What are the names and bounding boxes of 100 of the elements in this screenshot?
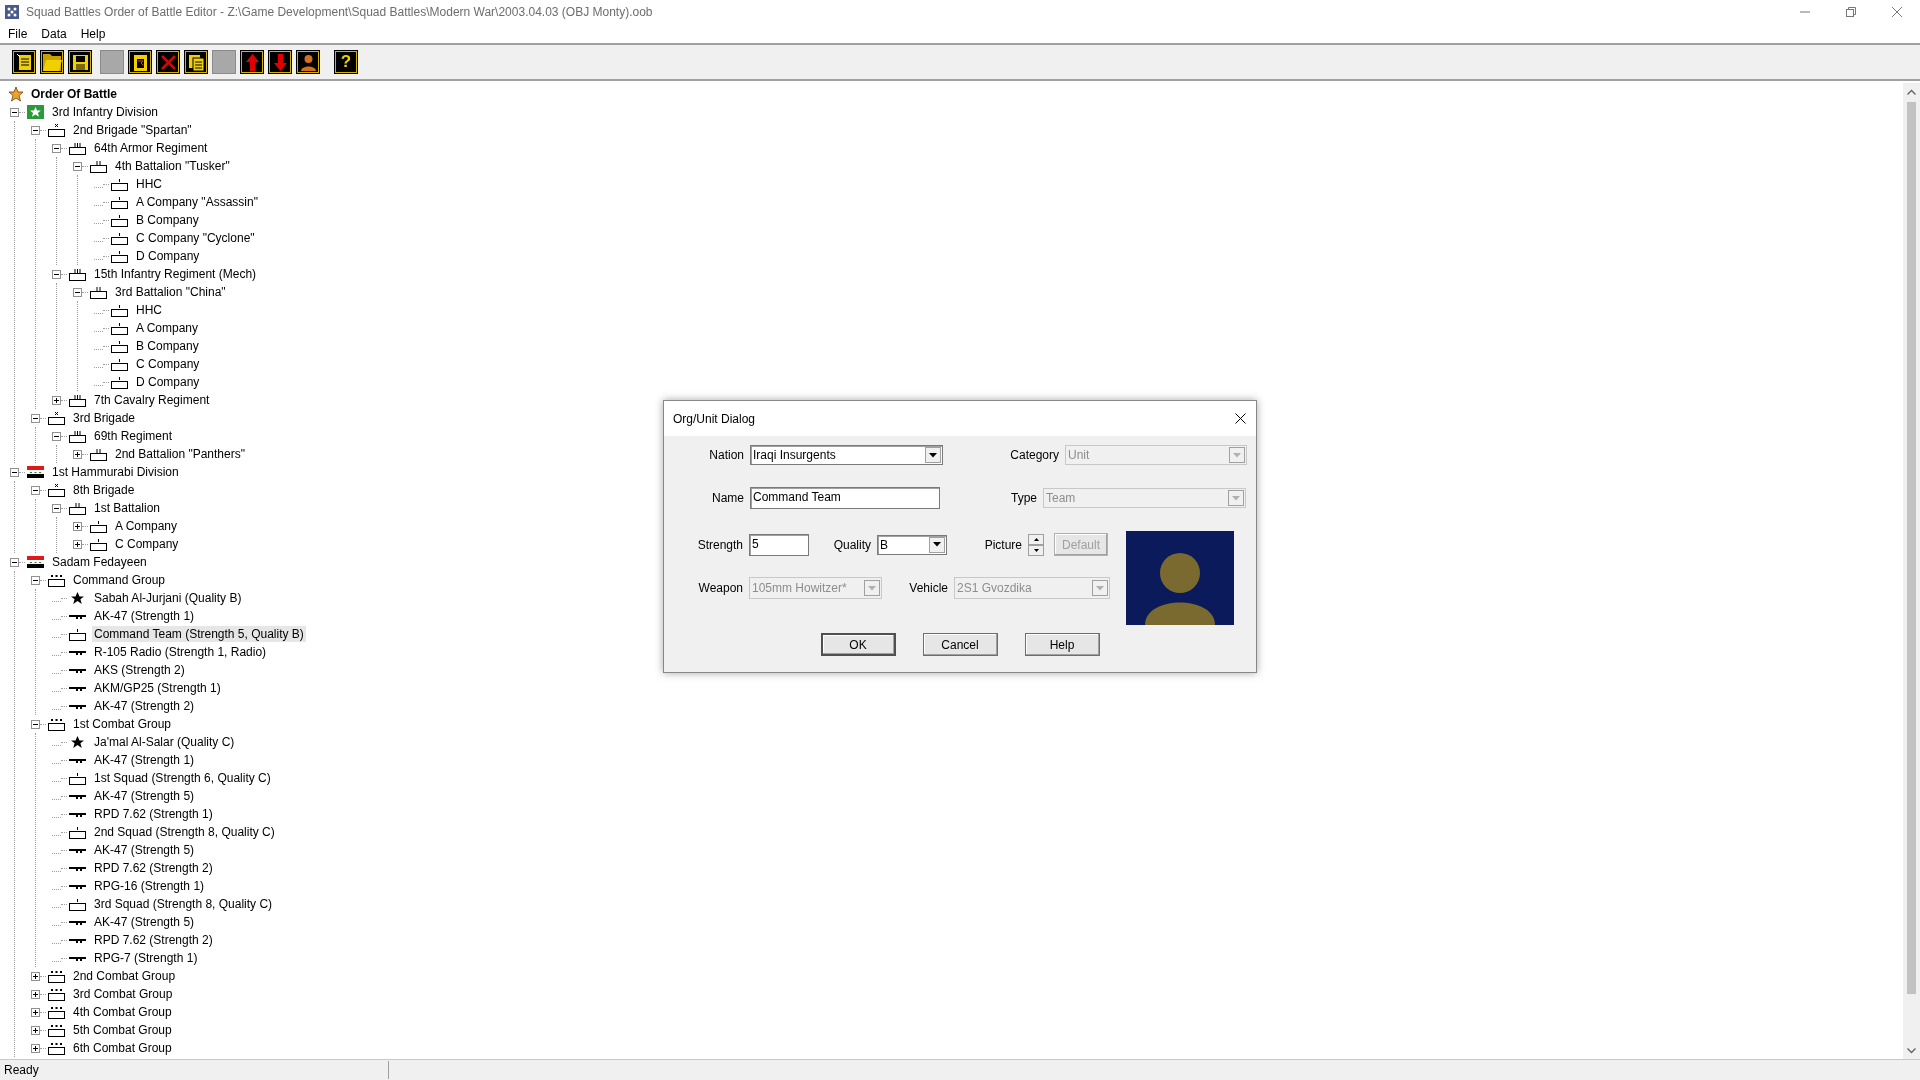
menu-item[interactable]: Help <box>73 26 113 41</box>
tree-item[interactable]: A Company "Assassin" <box>134 194 260 210</box>
new-file-button[interactable] <box>12 50 36 74</box>
close-icon[interactable] <box>1235 413 1246 424</box>
tree-item[interactable]: HHC <box>134 302 164 318</box>
expand-toggle[interactable] <box>31 971 40 981</box>
tree-item[interactable]: 2nd Combat Group <box>71 968 178 984</box>
collapse-toggle[interactable] <box>52 269 61 279</box>
tree-item[interactable]: D Company <box>134 374 202 390</box>
tree-item[interactable]: 69th Regiment <box>92 428 175 444</box>
tree-item[interactable]: AKS (Strength 2) <box>92 662 187 678</box>
tree-item[interactable]: RPD 7.62 (Strength 2) <box>92 932 215 948</box>
tree-item[interactable]: A Company <box>134 320 201 336</box>
menu-item[interactable]: Data <box>34 26 74 41</box>
tree-item[interactable]: AK-47 (Strength 5) <box>92 788 197 804</box>
collapse-toggle[interactable] <box>73 287 82 297</box>
tree-item[interactable]: Ja'mal Al-Salar (Quality C) <box>92 734 237 750</box>
tree-item[interactable]: D Company <box>134 248 202 264</box>
expand-toggle[interactable] <box>31 1007 40 1017</box>
tree-item[interactable]: 7th Cavalry Regiment <box>92 392 212 408</box>
expand-toggle[interactable] <box>73 539 82 549</box>
move-down-button[interactable] <box>268 50 292 74</box>
open-button[interactable] <box>40 50 64 74</box>
tree-item[interactable]: HHC <box>134 176 164 192</box>
expand-toggle[interactable] <box>31 1043 40 1053</box>
tree-item[interactable]: AK-47 (Strength 2) <box>92 698 197 714</box>
tree-item[interactable]: 3rd Brigade <box>71 410 138 426</box>
expand-toggle[interactable] <box>31 989 40 999</box>
tree-item[interactable]: RPD 7.62 (Strength 2) <box>92 860 215 876</box>
input-field[interactable]: Command Team <box>750 487 940 509</box>
tree-item[interactable]: C Company "Cyclone" <box>134 230 257 246</box>
tree-item[interactable]: B Company <box>134 212 201 228</box>
move-up-button[interactable] <box>240 50 264 74</box>
dropdown[interactable]: Iraqi Insurgents <box>750 445 943 465</box>
tree-item[interactable]: R-105 Radio (Strength 1, Radio) <box>92 644 269 660</box>
tree-item[interactable]: AK-47 (Strength 5) <box>92 914 197 930</box>
tree-item[interactable]: B Company <box>134 338 201 354</box>
dialog-button[interactable]: Help <box>1024 633 1100 656</box>
expand-toggle[interactable] <box>52 395 61 405</box>
tree-item[interactable]: C Company <box>113 536 181 552</box>
tree-item[interactable]: 2nd Battalion "Panthers" <box>113 446 247 462</box>
star-icon <box>8 86 24 102</box>
save-button[interactable] <box>68 50 92 74</box>
tree-item[interactable]: C Company <box>134 356 202 372</box>
collapse-toggle[interactable] <box>73 161 82 171</box>
tree-item[interactable]: Sabah Al-Jurjani (Quality B) <box>92 590 244 606</box>
tree-item[interactable]: 3rd Squad (Strength 8, Quality C) <box>92 896 275 912</box>
tree-item[interactable]: 6th Combat Group <box>71 1040 174 1056</box>
tree-item[interactable]: 64th Armor Regiment <box>92 140 210 156</box>
tree-item[interactable]: 3rd Battalion "China" <box>113 284 228 300</box>
tree-item[interactable]: A Company <box>113 518 180 534</box>
collapse-toggle[interactable] <box>10 467 19 477</box>
collapse-toggle[interactable] <box>31 719 40 729</box>
tree-item[interactable]: 4th Battalion "Tusker" <box>113 158 232 174</box>
tree-item[interactable]: 1st Combat Group <box>71 716 174 732</box>
tree-item[interactable]: AK-47 (Strength 5) <box>92 842 197 858</box>
collapse-toggle[interactable] <box>52 503 61 513</box>
collapse-toggle[interactable] <box>52 431 61 441</box>
tree-item[interactable]: 1st Squad (Strength 6, Quality C) <box>92 770 273 786</box>
collapse-toggle[interactable] <box>31 575 40 585</box>
copy-button[interactable] <box>184 50 208 74</box>
input-field[interactable]: 5 <box>749 533 809 556</box>
tree-item[interactable]: 2nd Squad (Strength 8, Quality C) <box>92 824 277 840</box>
tree-item[interactable]: RPD 7.62 (Strength 1) <box>92 806 215 822</box>
tree-item[interactable]: 4th Combat Group <box>71 1004 174 1020</box>
delete-button[interactable] <box>156 50 180 74</box>
tree-item[interactable]: 1st Battalion <box>92 500 163 516</box>
tree-item[interactable]: Order Of Battle <box>29 86 119 102</box>
tree-item[interactable]: AKM/GP25 (Strength 1) <box>92 680 223 696</box>
tree-item[interactable]: Sadam Fedayeen <box>50 554 149 570</box>
tree-item[interactable]: 3rd Infantry Division <box>50 104 161 120</box>
collapse-toggle[interactable] <box>31 485 40 495</box>
collapse-toggle[interactable] <box>31 125 40 135</box>
tree-item[interactable]: 5th Combat Group <box>71 1022 174 1038</box>
tree-item[interactable]: RPG-16 (Strength 1) <box>92 878 207 894</box>
expand-toggle[interactable] <box>73 521 82 531</box>
collapse-toggle[interactable] <box>31 413 40 423</box>
help-button[interactable]: ? <box>334 50 358 74</box>
collapse-toggle[interactable] <box>10 557 19 567</box>
tree-item[interactable]: 8th Brigade <box>71 482 137 498</box>
paste-button[interactable] <box>128 50 152 74</box>
collapse-toggle[interactable] <box>10 107 19 117</box>
tree-item[interactable]: 3rd Combat Group <box>71 986 175 1002</box>
dialog-button[interactable]: Cancel <box>922 633 998 656</box>
tree-item[interactable]: AK-47 (Strength 1) <box>92 752 197 768</box>
tree-item[interactable]: 1st Hammurabi Division <box>50 464 181 480</box>
tree-item[interactable]: 15th Infantry Regiment (Mech) <box>92 266 259 282</box>
collapse-toggle[interactable] <box>52 143 61 153</box>
menu-item[interactable]: File <box>1 26 35 41</box>
dialog-button[interactable]: OK <box>820 633 896 656</box>
tree-item[interactable]: Command Team (Strength 5, Quality B) <box>92 626 306 642</box>
person-button[interactable] <box>296 50 320 74</box>
expand-toggle[interactable] <box>31 1025 40 1035</box>
tree-item[interactable]: Command Group <box>71 572 168 588</box>
dropdown[interactable]: B <box>877 534 947 555</box>
spin-button[interactable] <box>1028 533 1044 556</box>
tree-item[interactable]: AK-47 (Strength 1) <box>92 608 197 624</box>
tree-item[interactable]: 2nd Brigade "Spartan" <box>71 122 194 138</box>
tree-item[interactable]: RPG-7 (Strength 1) <box>92 950 200 966</box>
expand-toggle[interactable] <box>73 449 82 459</box>
